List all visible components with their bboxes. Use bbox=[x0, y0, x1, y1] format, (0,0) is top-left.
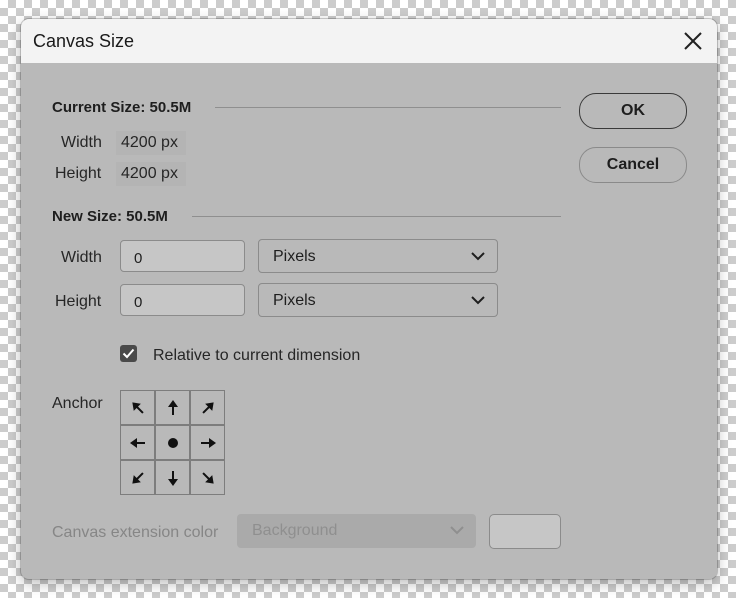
extension-color-value: Background bbox=[252, 522, 338, 539]
close-button[interactable] bbox=[679, 27, 707, 55]
anchor-bottom[interactable] bbox=[155, 460, 190, 495]
arrow-down-right-icon bbox=[201, 471, 214, 484]
dialog-title: Canvas Size bbox=[33, 31, 135, 51]
current-width-label: Width bbox=[61, 134, 102, 151]
cancel-button[interactable]: Cancel bbox=[579, 147, 687, 183]
current-size-heading: Current Size: 50.5M bbox=[52, 99, 192, 116]
anchor-top[interactable] bbox=[155, 390, 190, 425]
current-height-value: 4200 px bbox=[121, 165, 178, 182]
chevron-down-icon bbox=[450, 526, 464, 535]
close-icon bbox=[684, 32, 702, 50]
height-input[interactable]: 0 bbox=[120, 284, 245, 316]
new-size-heading: New Size: 50.5M bbox=[52, 208, 168, 225]
anchor-center[interactable] bbox=[155, 425, 190, 460]
arrow-up-icon bbox=[167, 399, 178, 415]
anchor-grid bbox=[120, 390, 225, 495]
height-unit-select[interactable]: Pixels bbox=[258, 283, 498, 317]
relative-label: Relative to current dimension bbox=[153, 347, 361, 364]
new-height-label: Height bbox=[55, 293, 102, 310]
ok-button[interactable]: OK bbox=[579, 93, 687, 129]
new-size-divider bbox=[192, 216, 561, 217]
arrow-right-icon bbox=[200, 437, 216, 448]
anchor-bottom-left[interactable] bbox=[120, 460, 155, 495]
arrow-down-left-icon bbox=[131, 471, 144, 484]
width-input[interactable]: 0 bbox=[120, 240, 245, 272]
new-width-label: Width bbox=[61, 249, 102, 266]
anchor-left[interactable] bbox=[120, 425, 155, 460]
anchor-label: Anchor bbox=[52, 395, 103, 412]
current-width-value: 4200 px bbox=[121, 134, 178, 151]
title-bar: Canvas Size bbox=[21, 19, 717, 63]
extension-color-swatch[interactable] bbox=[489, 514, 561, 549]
anchor-top-left[interactable] bbox=[120, 390, 155, 425]
arrow-up-left-icon bbox=[131, 401, 144, 414]
relative-checkbox[interactable] bbox=[120, 345, 137, 362]
height-unit-value: Pixels bbox=[273, 292, 316, 309]
extension-color-label: Canvas extension color bbox=[52, 524, 219, 541]
width-unit-value: Pixels bbox=[273, 248, 316, 265]
anchor-center-dot-icon bbox=[167, 437, 178, 448]
checkmark-icon bbox=[122, 348, 135, 359]
anchor-right[interactable] bbox=[190, 425, 225, 460]
current-size-divider bbox=[215, 107, 561, 108]
arrow-up-right-icon bbox=[201, 401, 214, 414]
width-unit-select[interactable]: Pixels bbox=[258, 239, 498, 273]
canvas-size-dialog: Canvas Size Current Size: 50.5M Width 42… bbox=[21, 19, 717, 579]
chevron-down-icon bbox=[471, 252, 485, 261]
current-height-label: Height bbox=[55, 165, 102, 182]
chevron-down-icon bbox=[471, 296, 485, 305]
arrow-left-icon bbox=[129, 437, 145, 448]
arrow-down-icon bbox=[167, 470, 178, 486]
anchor-top-right[interactable] bbox=[190, 390, 225, 425]
extension-color-select[interactable]: Background bbox=[237, 514, 476, 548]
anchor-bottom-right[interactable] bbox=[190, 460, 225, 495]
